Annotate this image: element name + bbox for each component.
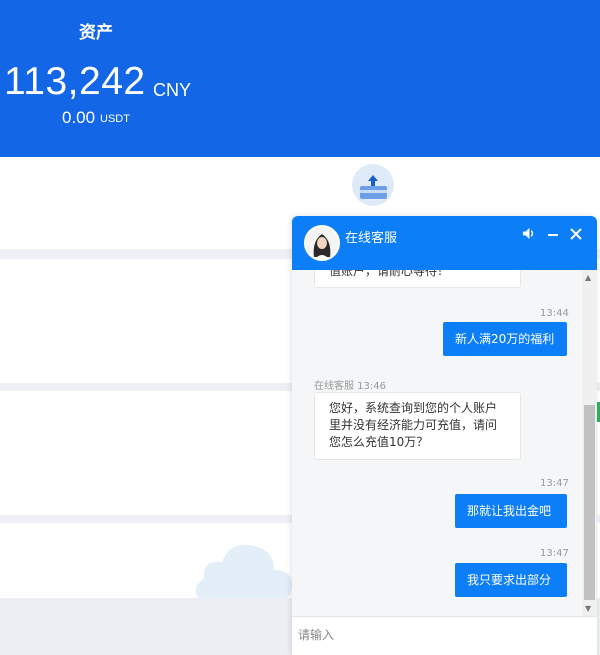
page-title: 资产	[79, 23, 113, 43]
message-list[interactable]: 值账户，请耐心等待！ 13:44 新人满20万的福利 在线客服 13:46 您好…	[292, 270, 582, 616]
message-sender: 在线客服 13:46	[314, 381, 387, 392]
chat-header: 在线客服	[292, 216, 597, 270]
user-message: 我只要求出部分	[455, 563, 567, 597]
scroll-up-icon[interactable]: ▲	[585, 273, 591, 282]
agent-message: 您好，系统查询到您的个人账户 里并没有经济能力可充值，请问 您怎么充值10万？	[314, 392, 521, 460]
message-time: 13:47	[540, 548, 569, 559]
chat-title: 在线客服	[345, 231, 398, 246]
scroll-thumb[interactable]	[584, 405, 595, 600]
asset-currency: CNY	[153, 80, 192, 100]
input-placeholder: 请输入	[298, 628, 335, 642]
asset-header: 资产 113,242 CNY 0.00 USDT	[0, 0, 600, 157]
agent-message: 值账户，请耐心等待！	[314, 270, 521, 288]
deposit-icon[interactable]	[352, 164, 394, 206]
message-time: 13:44	[540, 308, 569, 319]
user-message: 新人满20万的福利	[443, 322, 567, 356]
speaker-icon[interactable]	[521, 226, 536, 241]
user-message: 那就让我出金吧	[455, 494, 567, 528]
message-time: 13:47	[540, 478, 569, 489]
close-icon[interactable]	[570, 228, 582, 240]
asset-amount: 113,242	[4, 60, 146, 103]
scrollbar[interactable]: ▲ ▼	[582, 270, 597, 616]
scroll-down-icon[interactable]: ▼	[585, 604, 591, 613]
usdt-amount: 0.00	[62, 108, 96, 127]
cloud-illustration	[195, 544, 293, 600]
message-input[interactable]: 请输入	[292, 616, 597, 655]
minimize-icon[interactable]	[547, 229, 559, 241]
agent-avatar	[304, 225, 340, 261]
chat-window: 在线客服 值账户，请耐心等待！ 13:44 新人满20万的福利 在线客服 13:…	[292, 216, 597, 655]
usdt-unit: USDT	[100, 113, 130, 125]
